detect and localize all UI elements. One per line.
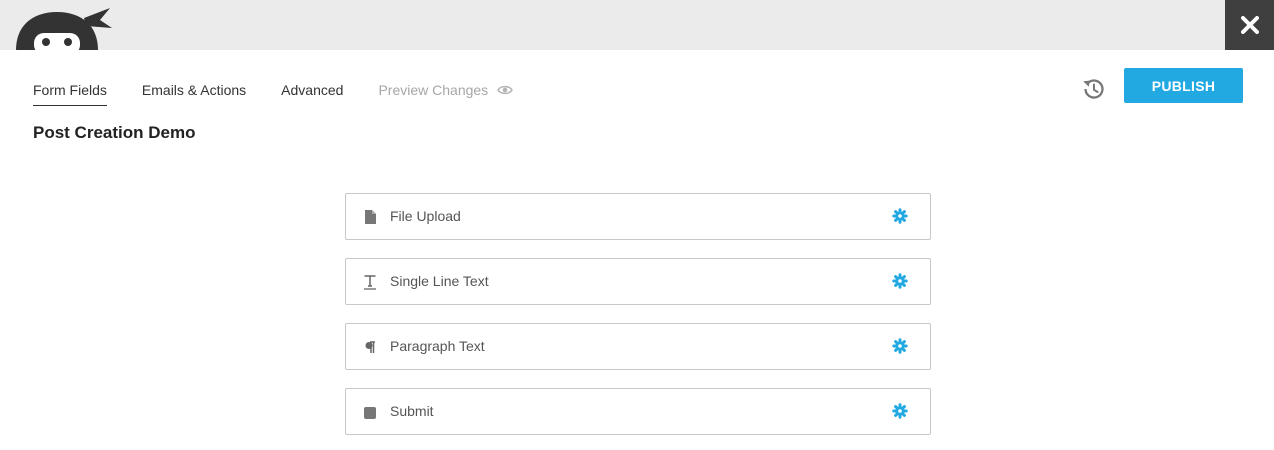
tab-form-fields[interactable]: Form Fields [33,80,107,106]
ninja-logo [14,0,114,50]
gear-icon[interactable] [892,208,908,224]
close-button[interactable] [1225,0,1274,50]
publish-button[interactable]: PUBLISH [1124,68,1243,103]
file-icon [365,210,376,224]
close-icon [1240,16,1259,34]
text-icon [364,275,376,290]
history-icon [1083,79,1104,99]
field-label: File Upload [390,208,461,224]
tab-preview-changes[interactable]: Preview Changes [378,80,514,106]
tab-advanced[interactable]: Advanced [281,80,343,106]
history-button[interactable] [1080,76,1106,102]
tab-preview-changes-label: Preview Changes [378,82,489,98]
field-label: Submit [390,403,434,419]
square-icon [364,407,376,419]
field-paragraph-text[interactable]: Paragraph Text [345,323,931,370]
eye-icon [497,85,514,95]
paragraph-icon [365,341,375,353]
gear-icon[interactable] [892,273,908,289]
field-file-upload[interactable]: File Upload [345,193,931,240]
tab-emails-actions[interactable]: Emails & Actions [142,80,246,106]
field-submit[interactable]: Submit [345,388,931,435]
field-single-line-text[interactable]: Single Line Text [345,258,931,305]
field-label: Single Line Text [390,273,489,289]
form-fields-list: File Upload Single Line Text Paragraph T… [345,193,931,450]
gear-icon[interactable] [892,403,908,419]
top-bar [0,0,1274,50]
form-title: Post Creation Demo [33,123,196,142]
gear-icon[interactable] [892,338,908,354]
builder-tabs: Form Fields Emails & Actions Advanced Pr… [33,80,548,108]
field-label: Paragraph Text [390,338,485,354]
